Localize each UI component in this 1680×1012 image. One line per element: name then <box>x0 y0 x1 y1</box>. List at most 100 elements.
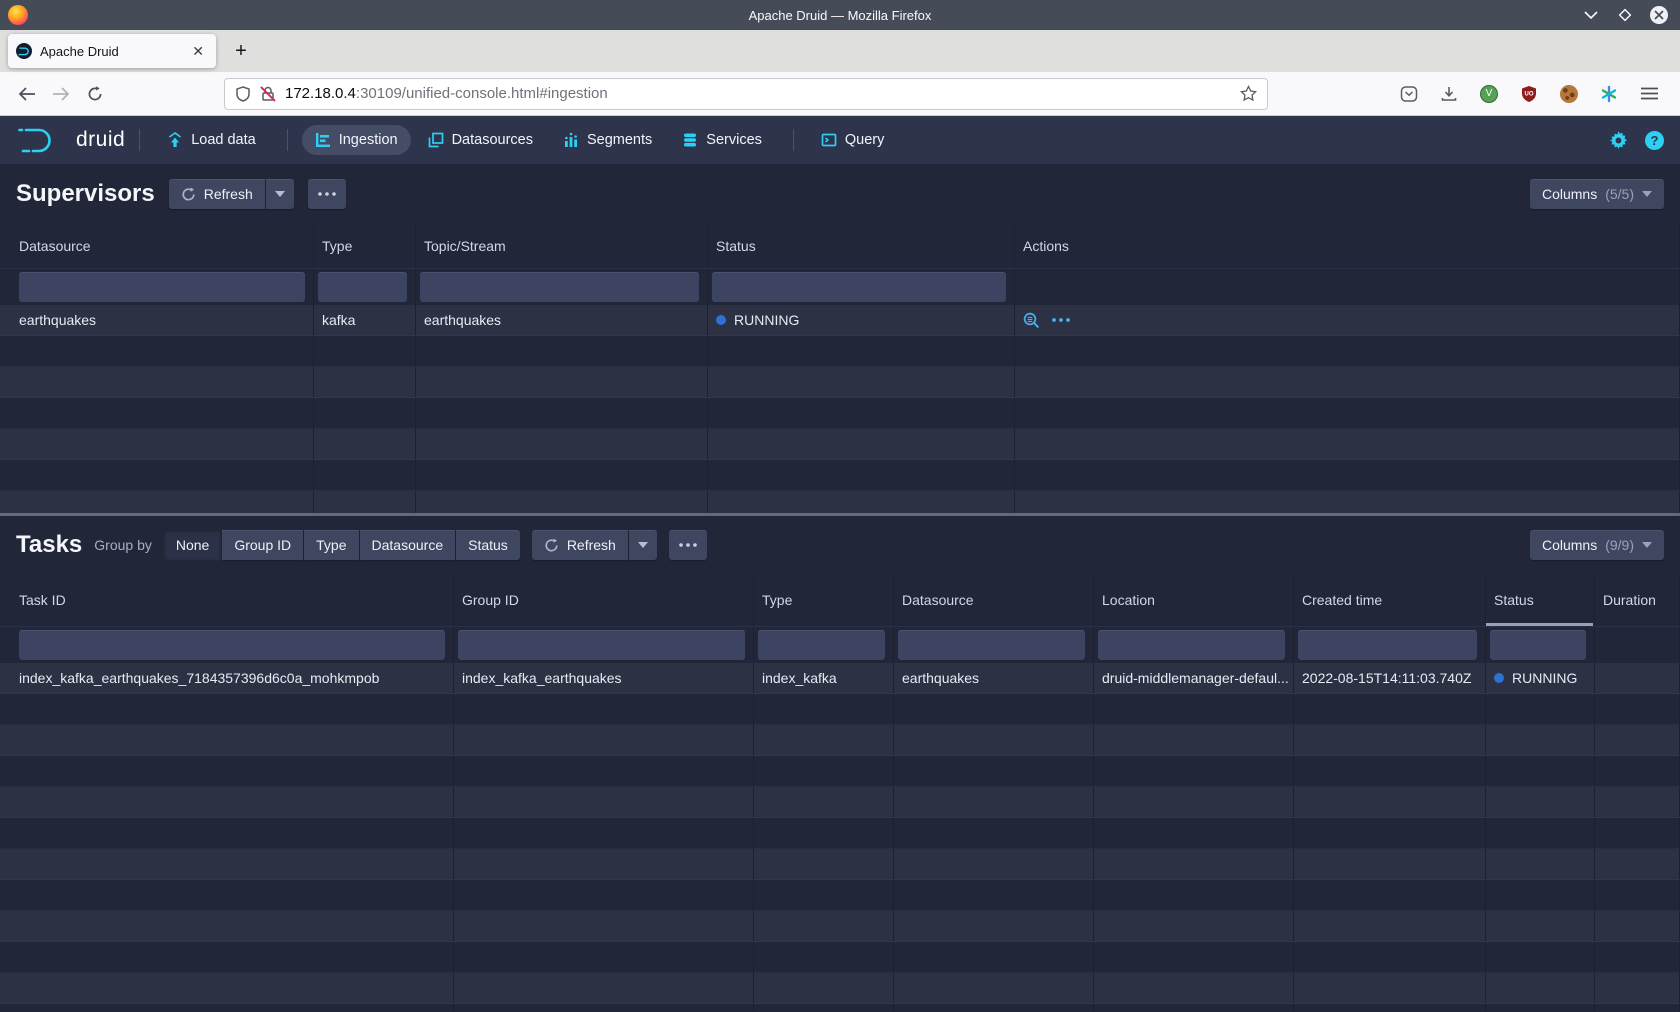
column-header-created-time[interactable]: Created time <box>1294 574 1486 626</box>
tracking-shield-icon[interactable] <box>235 86 251 102</box>
empty-row <box>0 1004 1680 1012</box>
group-by-none-button[interactable]: None <box>164 530 221 560</box>
downloads-icon[interactable] <box>1436 81 1462 107</box>
chevron-down-icon <box>1642 542 1652 548</box>
task-type[interactable]: index_kafka <box>754 663 894 693</box>
supervisor-topic[interactable]: earthquakes <box>416 305 708 335</box>
tasks-refresh-button[interactable]: Refresh <box>532 530 628 560</box>
nav-item-datasources[interactable]: Datasources <box>415 125 546 155</box>
column-header-type[interactable]: Type <box>314 224 416 268</box>
task-status[interactable]: RUNNING <box>1486 663 1595 693</box>
help-icon[interactable]: ? <box>1645 131 1664 150</box>
tasks-location-filter-input[interactable] <box>1098 630 1285 660</box>
forward-button[interactable] <box>44 78 78 110</box>
window-close-button[interactable] <box>1650 6 1668 24</box>
tasks-datasource-filter-input[interactable] <box>898 630 1085 660</box>
tab-close-icon[interactable]: ✕ <box>188 42 208 60</box>
group-by-datasource-button[interactable]: Datasource <box>360 530 456 560</box>
window-minimize-button[interactable] <box>1582 6 1600 24</box>
group-by-label: Group by <box>94 537 152 553</box>
column-header-task-id[interactable]: Task ID <box>0 574 454 626</box>
browser-tab[interactable]: Apache Druid ✕ <box>8 34 216 68</box>
supervisor-datasource[interactable]: earthquakes <box>0 305 314 335</box>
column-header-duration[interactable]: Duration <box>1595 574 1680 626</box>
task-row[interactable]: index_kafka_earthquakes_7184357396d6c0a_… <box>0 663 1680 694</box>
supervisors-type-filter-input[interactable] <box>318 272 407 302</box>
refresh-icon <box>181 187 196 202</box>
ublock-extension-icon[interactable]: UO <box>1516 81 1542 107</box>
supervisors-topic-filter-input[interactable] <box>420 272 699 302</box>
column-header-actions: Actions <box>1015 224 1680 268</box>
nav-item-load-data[interactable]: Load data <box>154 125 269 155</box>
empty-row <box>0 849 1680 880</box>
supervisors-status-filter-input[interactable] <box>712 272 1006 302</box>
svg-text:UO: UO <box>1525 91 1534 97</box>
pocket-icon[interactable] <box>1396 81 1422 107</box>
tasks-more-button[interactable] <box>669 530 707 560</box>
multiaccount-extension-icon[interactable] <box>1596 81 1622 107</box>
column-header-datasource[interactable]: Datasource <box>0 224 314 268</box>
empty-row <box>0 880 1680 911</box>
insecure-lock-icon[interactable] <box>260 86 276 102</box>
supervisors-more-button[interactable] <box>308 179 346 209</box>
window-maximize-button[interactable] <box>1616 6 1634 24</box>
new-tab-button[interactable]: + <box>226 36 256 66</box>
group-by-type-button[interactable]: Type <box>304 530 358 560</box>
nav-item-ingestion[interactable]: Ingestion <box>302 125 411 155</box>
column-header-group-id[interactable]: Group ID <box>454 574 754 626</box>
settings-gear-icon[interactable] <box>1609 131 1628 150</box>
url-text[interactable]: 172.18.0.4:30109/unified-console.html#in… <box>285 85 1231 102</box>
column-header-topic-stream[interactable]: Topic/Stream <box>416 224 708 268</box>
tasks-filter-row <box>0 627 1680 663</box>
query-icon <box>821 132 837 148</box>
tasks-task-id-filter-input[interactable] <box>19 630 445 660</box>
empty-row <box>0 942 1680 973</box>
task-created-time[interactable]: 2022-08-15T14:11:03.740Z <box>1294 663 1486 693</box>
column-header-type[interactable]: Type <box>754 574 894 626</box>
tasks-created-time-filter-input[interactable] <box>1298 630 1477 660</box>
tasks-group-id-filter-input[interactable] <box>458 630 745 660</box>
more-dots-icon <box>318 192 336 196</box>
tasks-status-filter-input[interactable] <box>1490 630 1586 660</box>
empty-row <box>0 367 1680 398</box>
supervisors-datasource-filter-input[interactable] <box>19 272 305 302</box>
cookie-extension-icon[interactable] <box>1556 81 1582 107</box>
load-data-icon <box>167 132 183 148</box>
task-duration[interactable] <box>1595 663 1680 693</box>
reload-button[interactable] <box>78 78 112 110</box>
column-header-status-sorted[interactable]: Status <box>1486 574 1595 626</box>
column-header-datasource[interactable]: Datasource <box>894 574 1094 626</box>
task-id[interactable]: index_kafka_earthquakes_7184357396d6c0a_… <box>0 663 454 693</box>
supervisor-status[interactable]: RUNNING <box>708 305 1015 335</box>
task-location[interactable]: druid-middlemanager-defaul... <box>1094 663 1294 693</box>
ingestion-icon <box>315 132 331 148</box>
group-by-group-id-button[interactable]: Group ID <box>222 530 303 560</box>
tasks-columns-button[interactable]: Columns (9/9) <box>1530 530 1664 560</box>
privacy-badger-extension-icon[interactable]: V <box>1476 81 1502 107</box>
supervisors-refresh-button[interactable]: Refresh <box>169 179 265 209</box>
nav-item-services[interactable]: Services <box>669 125 775 155</box>
url-bar[interactable]: 172.18.0.4:30109/unified-console.html#in… <box>224 78 1268 110</box>
nav-item-segments[interactable]: Segments <box>550 125 665 155</box>
back-button[interactable] <box>10 78 44 110</box>
menu-hamburger-icon[interactable] <box>1636 81 1662 107</box>
inspect-magnifier-icon[interactable] <box>1023 312 1040 329</box>
task-datasource[interactable]: earthquakes <box>894 663 1094 693</box>
nav-item-query[interactable]: Query <box>808 125 898 155</box>
supervisor-row[interactable]: earthquakes kafka earthquakes RUNNING <box>0 305 1680 336</box>
tasks-type-filter-input[interactable] <box>758 630 885 660</box>
task-group-id[interactable]: index_kafka_earthquakes <box>454 663 754 693</box>
tasks-section: Tasks Group by None Group ID Type Dataso… <box>0 516 1680 1012</box>
tasks-refresh-caret-button[interactable] <box>629 530 657 560</box>
supervisor-type[interactable]: kafka <box>314 305 416 335</box>
group-by-status-button[interactable]: Status <box>456 530 520 560</box>
column-header-location[interactable]: Location <box>1094 574 1294 626</box>
bookmark-star-icon[interactable] <box>1240 85 1257 102</box>
column-header-status[interactable]: Status <box>708 224 1015 268</box>
supervisors-columns-button[interactable]: Columns (5/5) <box>1530 179 1664 209</box>
druid-logo[interactable]: druid <box>16 125 125 155</box>
empty-row <box>0 973 1680 1004</box>
supervisors-rows: earthquakes kafka earthquakes RUNNING <box>0 305 1680 513</box>
row-more-actions-icon[interactable] <box>1052 318 1070 322</box>
supervisors-refresh-caret-button[interactable] <box>266 179 294 209</box>
